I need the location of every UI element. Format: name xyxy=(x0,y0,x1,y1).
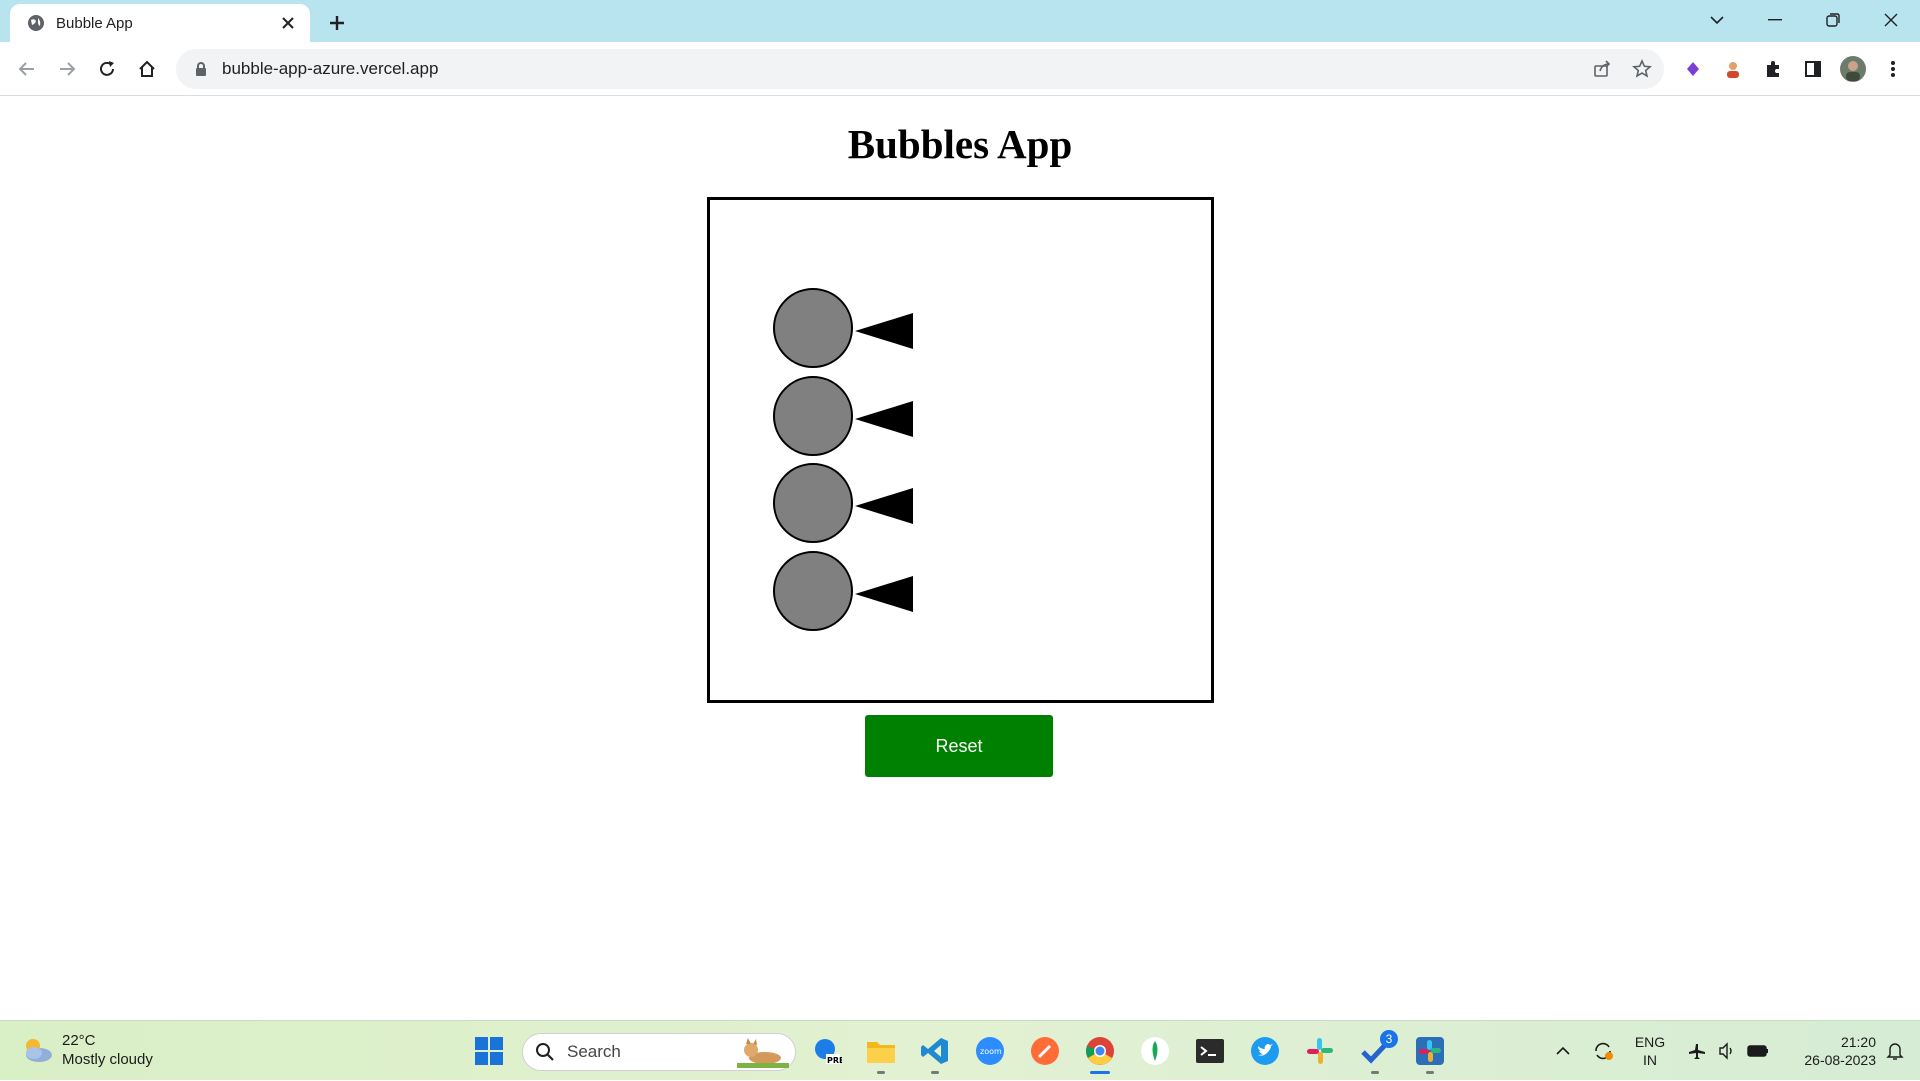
avatar[interactable] xyxy=(1838,54,1868,84)
language-indicator[interactable]: ENG IN xyxy=(1628,1021,1672,1081)
arrow-3[interactable] xyxy=(855,488,913,524)
slack-icon[interactable] xyxy=(1303,1034,1337,1068)
slack-app-icon[interactable] xyxy=(1413,1034,1447,1074)
lock-icon xyxy=(196,62,206,76)
forward-icon[interactable] xyxy=(52,54,82,84)
extension-purple-icon[interactable] xyxy=(1678,54,1708,84)
outlook-preview-icon[interactable]: PRE xyxy=(810,1034,844,1068)
tab-title: Bubble App xyxy=(56,14,133,32)
extension-profile-icon[interactable] xyxy=(1718,54,1748,84)
notification-bell-icon[interactable] xyxy=(1880,1021,1910,1081)
back-icon[interactable] xyxy=(12,54,42,84)
file-explorer-icon[interactable] xyxy=(864,1034,898,1074)
sync-icon[interactable] xyxy=(1588,1021,1618,1081)
chrome-icon[interactable] xyxy=(1083,1034,1117,1074)
twitter-icon[interactable] xyxy=(1248,1034,1282,1068)
arrow-2[interactable] xyxy=(855,401,913,437)
clock-date: 26-08-2023 xyxy=(1804,1052,1876,1068)
side-panel-icon[interactable] xyxy=(1798,54,1828,84)
globe-icon xyxy=(28,15,44,31)
svg-text:PRE: PRE xyxy=(827,1056,842,1065)
mongodb-compass-icon[interactable] xyxy=(1138,1034,1172,1068)
todo-icon[interactable]: 3 xyxy=(1358,1030,1398,1074)
new-tab-button[interactable] xyxy=(322,8,352,38)
browser-tab[interactable]: Bubble App xyxy=(10,4,310,42)
bubble-3[interactable] xyxy=(773,463,853,543)
search-label: Search xyxy=(567,1042,621,1061)
zoom-icon[interactable]: zoom xyxy=(973,1034,1007,1068)
vscode-icon[interactable] xyxy=(918,1034,952,1074)
language-code: ENG xyxy=(1634,1034,1666,1050)
tab-strip: Bubble App xyxy=(0,0,1920,42)
battery-icon[interactable] xyxy=(1744,1021,1772,1081)
extensions-puzzle-icon[interactable] xyxy=(1758,54,1788,84)
search-icon xyxy=(536,1043,554,1061)
url-text: bubble-app-azure.vercel.app xyxy=(222,59,439,78)
notification-badge: 3 xyxy=(1380,1030,1398,1048)
close-window-icon[interactable] xyxy=(1862,0,1920,40)
bubble-1[interactable] xyxy=(773,288,853,368)
bubble-2[interactable] xyxy=(773,376,853,456)
cloudy-weather-icon xyxy=(26,1039,52,1062)
running-indicator xyxy=(1426,1071,1434,1074)
show-hidden-icons-chevron-icon[interactable] xyxy=(1550,1021,1576,1081)
windows-start-icon[interactable] xyxy=(474,1036,504,1066)
share-icon[interactable] xyxy=(1584,51,1620,87)
reload-icon[interactable] xyxy=(92,54,122,84)
svg-text:zoom: zoom xyxy=(980,1047,1002,1056)
close-tab-icon[interactable] xyxy=(276,11,300,35)
menu-icon[interactable] xyxy=(1878,54,1908,84)
bookmark-star-icon[interactable] xyxy=(1624,51,1660,87)
search-highlight-dog-icon xyxy=(737,1038,789,1068)
language-region: IN xyxy=(1643,1052,1657,1068)
home-icon[interactable] xyxy=(132,54,162,84)
terminal-icon[interactable] xyxy=(1193,1034,1227,1068)
bubble-play-area xyxy=(707,197,1214,703)
clock[interactable]: 21:20 26-08-2023 xyxy=(1782,1021,1876,1081)
taskbar-search[interactable]: Search xyxy=(522,1033,796,1071)
running-indicator xyxy=(1371,1071,1379,1074)
page-title: Bubbles App xyxy=(847,121,1073,167)
clock-time: 21:20 xyxy=(1840,1034,1876,1050)
taskbar: 22°C Mostly cloudy Search PRE zoom 3 ENG… xyxy=(0,1020,1920,1080)
restore-icon[interactable] xyxy=(1804,0,1862,40)
running-indicator xyxy=(931,1071,939,1074)
window-controls xyxy=(1688,0,1920,40)
weather-temp: 22°C xyxy=(62,1032,96,1049)
bubble-4[interactable] xyxy=(773,551,853,631)
volume-icon[interactable] xyxy=(1714,1021,1740,1081)
browser-toolbar: bubble-app-azure.vercel.app xyxy=(0,42,1920,96)
active-indicator xyxy=(1090,1071,1110,1074)
tab-search-icon[interactable] xyxy=(1688,0,1746,40)
running-indicator xyxy=(877,1071,885,1074)
address-bar[interactable]: bubble-app-azure.vercel.app xyxy=(176,49,1664,89)
airplane-mode-icon[interactable] xyxy=(1684,1021,1710,1081)
arrow-4[interactable] xyxy=(855,576,913,612)
minimize-icon[interactable] xyxy=(1746,0,1804,40)
postman-icon[interactable] xyxy=(1028,1034,1062,1068)
arrow-1[interactable] xyxy=(855,313,913,349)
weather-desc: Mostly cloudy xyxy=(62,1051,153,1068)
reset-button[interactable]: Reset xyxy=(865,715,1053,777)
weather-widget[interactable]: 22°C Mostly cloudy xyxy=(20,1031,153,1069)
